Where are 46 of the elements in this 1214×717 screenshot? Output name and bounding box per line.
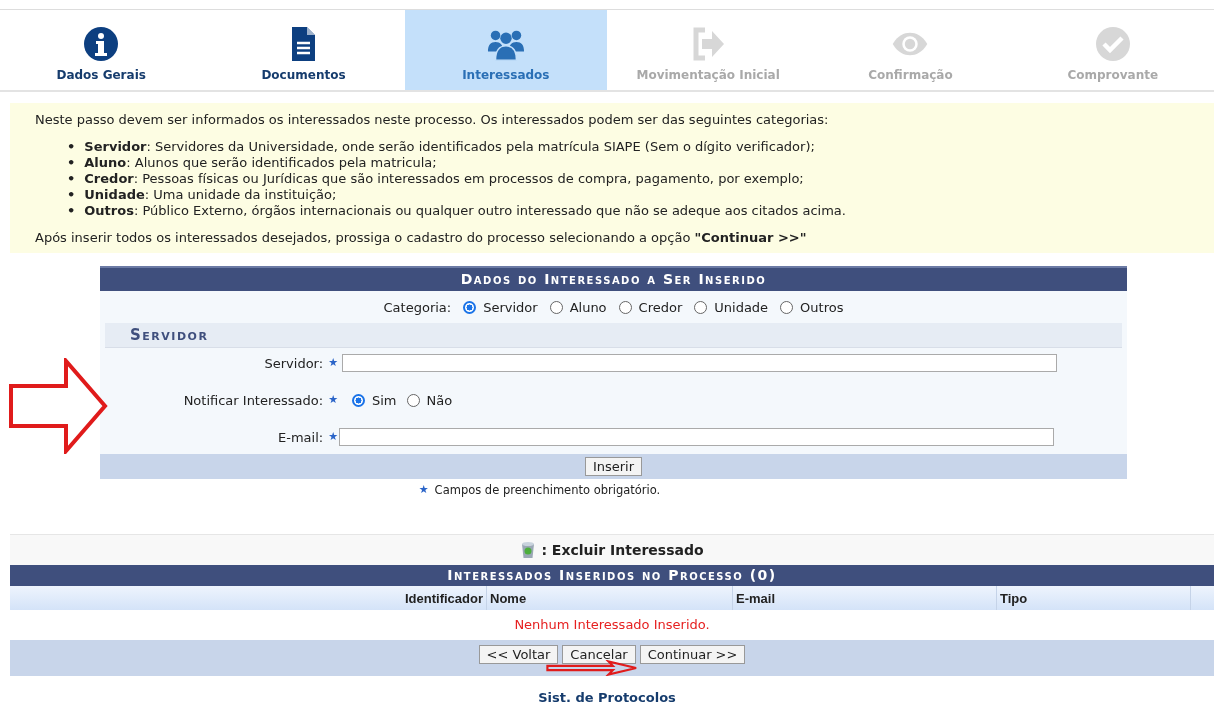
- field-label: Notificar Interessado:: [183, 392, 324, 408]
- empty-message: Nenhum Interessado Inserido.: [514, 617, 710, 632]
- trash-bin-icon: [520, 541, 537, 559]
- notify-radio[interactable]: Sim: [352, 392, 397, 408]
- required-star-icon: ★: [418, 483, 429, 497]
- required-star-icon: ★: [328, 355, 338, 371]
- email-field[interactable]: [339, 428, 1054, 446]
- required-star-icon: ★: [328, 429, 338, 445]
- category-radio[interactable]: Servidor: [463, 299, 538, 315]
- info-icon: [82, 26, 121, 62]
- wizard-step[interactable]: Documentos: [202, 10, 405, 90]
- bullet: •: [67, 203, 76, 219]
- required-star-icon: ★: [328, 392, 338, 408]
- table-title: Interessados Inseridos no Processo (0): [10, 565, 1214, 586]
- category-description: Servidor: Servidores da Universidade, onde serão identificados pela matrícula SIAPE (Sem o dígito verificador);: [84, 139, 815, 155]
- category-radio[interactable]: Unidade: [694, 299, 769, 315]
- field-label: Categoria:: [383, 299, 452, 315]
- servidor-field[interactable]: [342, 354, 1057, 372]
- bullet: •: [67, 187, 76, 203]
- form-title: Dados do Interessado a Ser Inserido: [100, 266, 1127, 291]
- category-description: Aluno: Alunos que serão identificados pela matricula;: [84, 155, 437, 171]
- insert-button[interactable]: Inserir: [584, 457, 643, 476]
- nav-button[interactable]: Cancelar: [562, 645, 636, 664]
- section-title: Servidor: [105, 323, 1122, 348]
- nav-button[interactable]: Continuar >>: [639, 645, 746, 664]
- category-description: Unidade: Uma unidade da instituição;: [84, 187, 337, 203]
- legend-text: : Excluir Interessado: [541, 542, 704, 558]
- bullet: •: [67, 155, 76, 171]
- field-label: E-mail:: [278, 429, 324, 445]
- field-label: Servidor:: [264, 355, 324, 371]
- footer-link[interactable]: Sist. de Protocolos: [538, 690, 676, 705]
- required-note: Campos de preenchimento obrigatório.: [434, 483, 661, 497]
- bullet: •: [67, 171, 76, 187]
- wizard-step[interactable]: Interessados: [404, 10, 607, 90]
- wizard-step[interactable]: Dados Gerais: [0, 10, 203, 90]
- category-radio[interactable]: Credor: [618, 299, 683, 315]
- category-description: Credor: Pessoas físicas ou Jurídicas que são interessados em processos de compra, pagamento, por exemplo;: [84, 171, 804, 187]
- bullet: •: [67, 139, 76, 155]
- nav-button[interactable]: << Voltar: [478, 645, 559, 664]
- instruction-text: Após inserir todos os interessados desejados, prossiga o cadastro do processo selecionando a opção "Continuar >>": [35, 230, 808, 245]
- category-radio[interactable]: Outros: [780, 299, 844, 315]
- notify-radio[interactable]: Não: [406, 392, 453, 408]
- intro-text: Neste passo devem ser informados os interessados neste processo. Os interessados podem ser das seguintes categorias:: [35, 112, 830, 127]
- check-circle-icon: [1093, 26, 1132, 62]
- category-description: Outros: Público Externo, órgãos internacionais ou qualquer outro interessado que não se adeque aos citados acima.: [84, 203, 846, 219]
- category-radio[interactable]: Aluno: [549, 299, 607, 315]
